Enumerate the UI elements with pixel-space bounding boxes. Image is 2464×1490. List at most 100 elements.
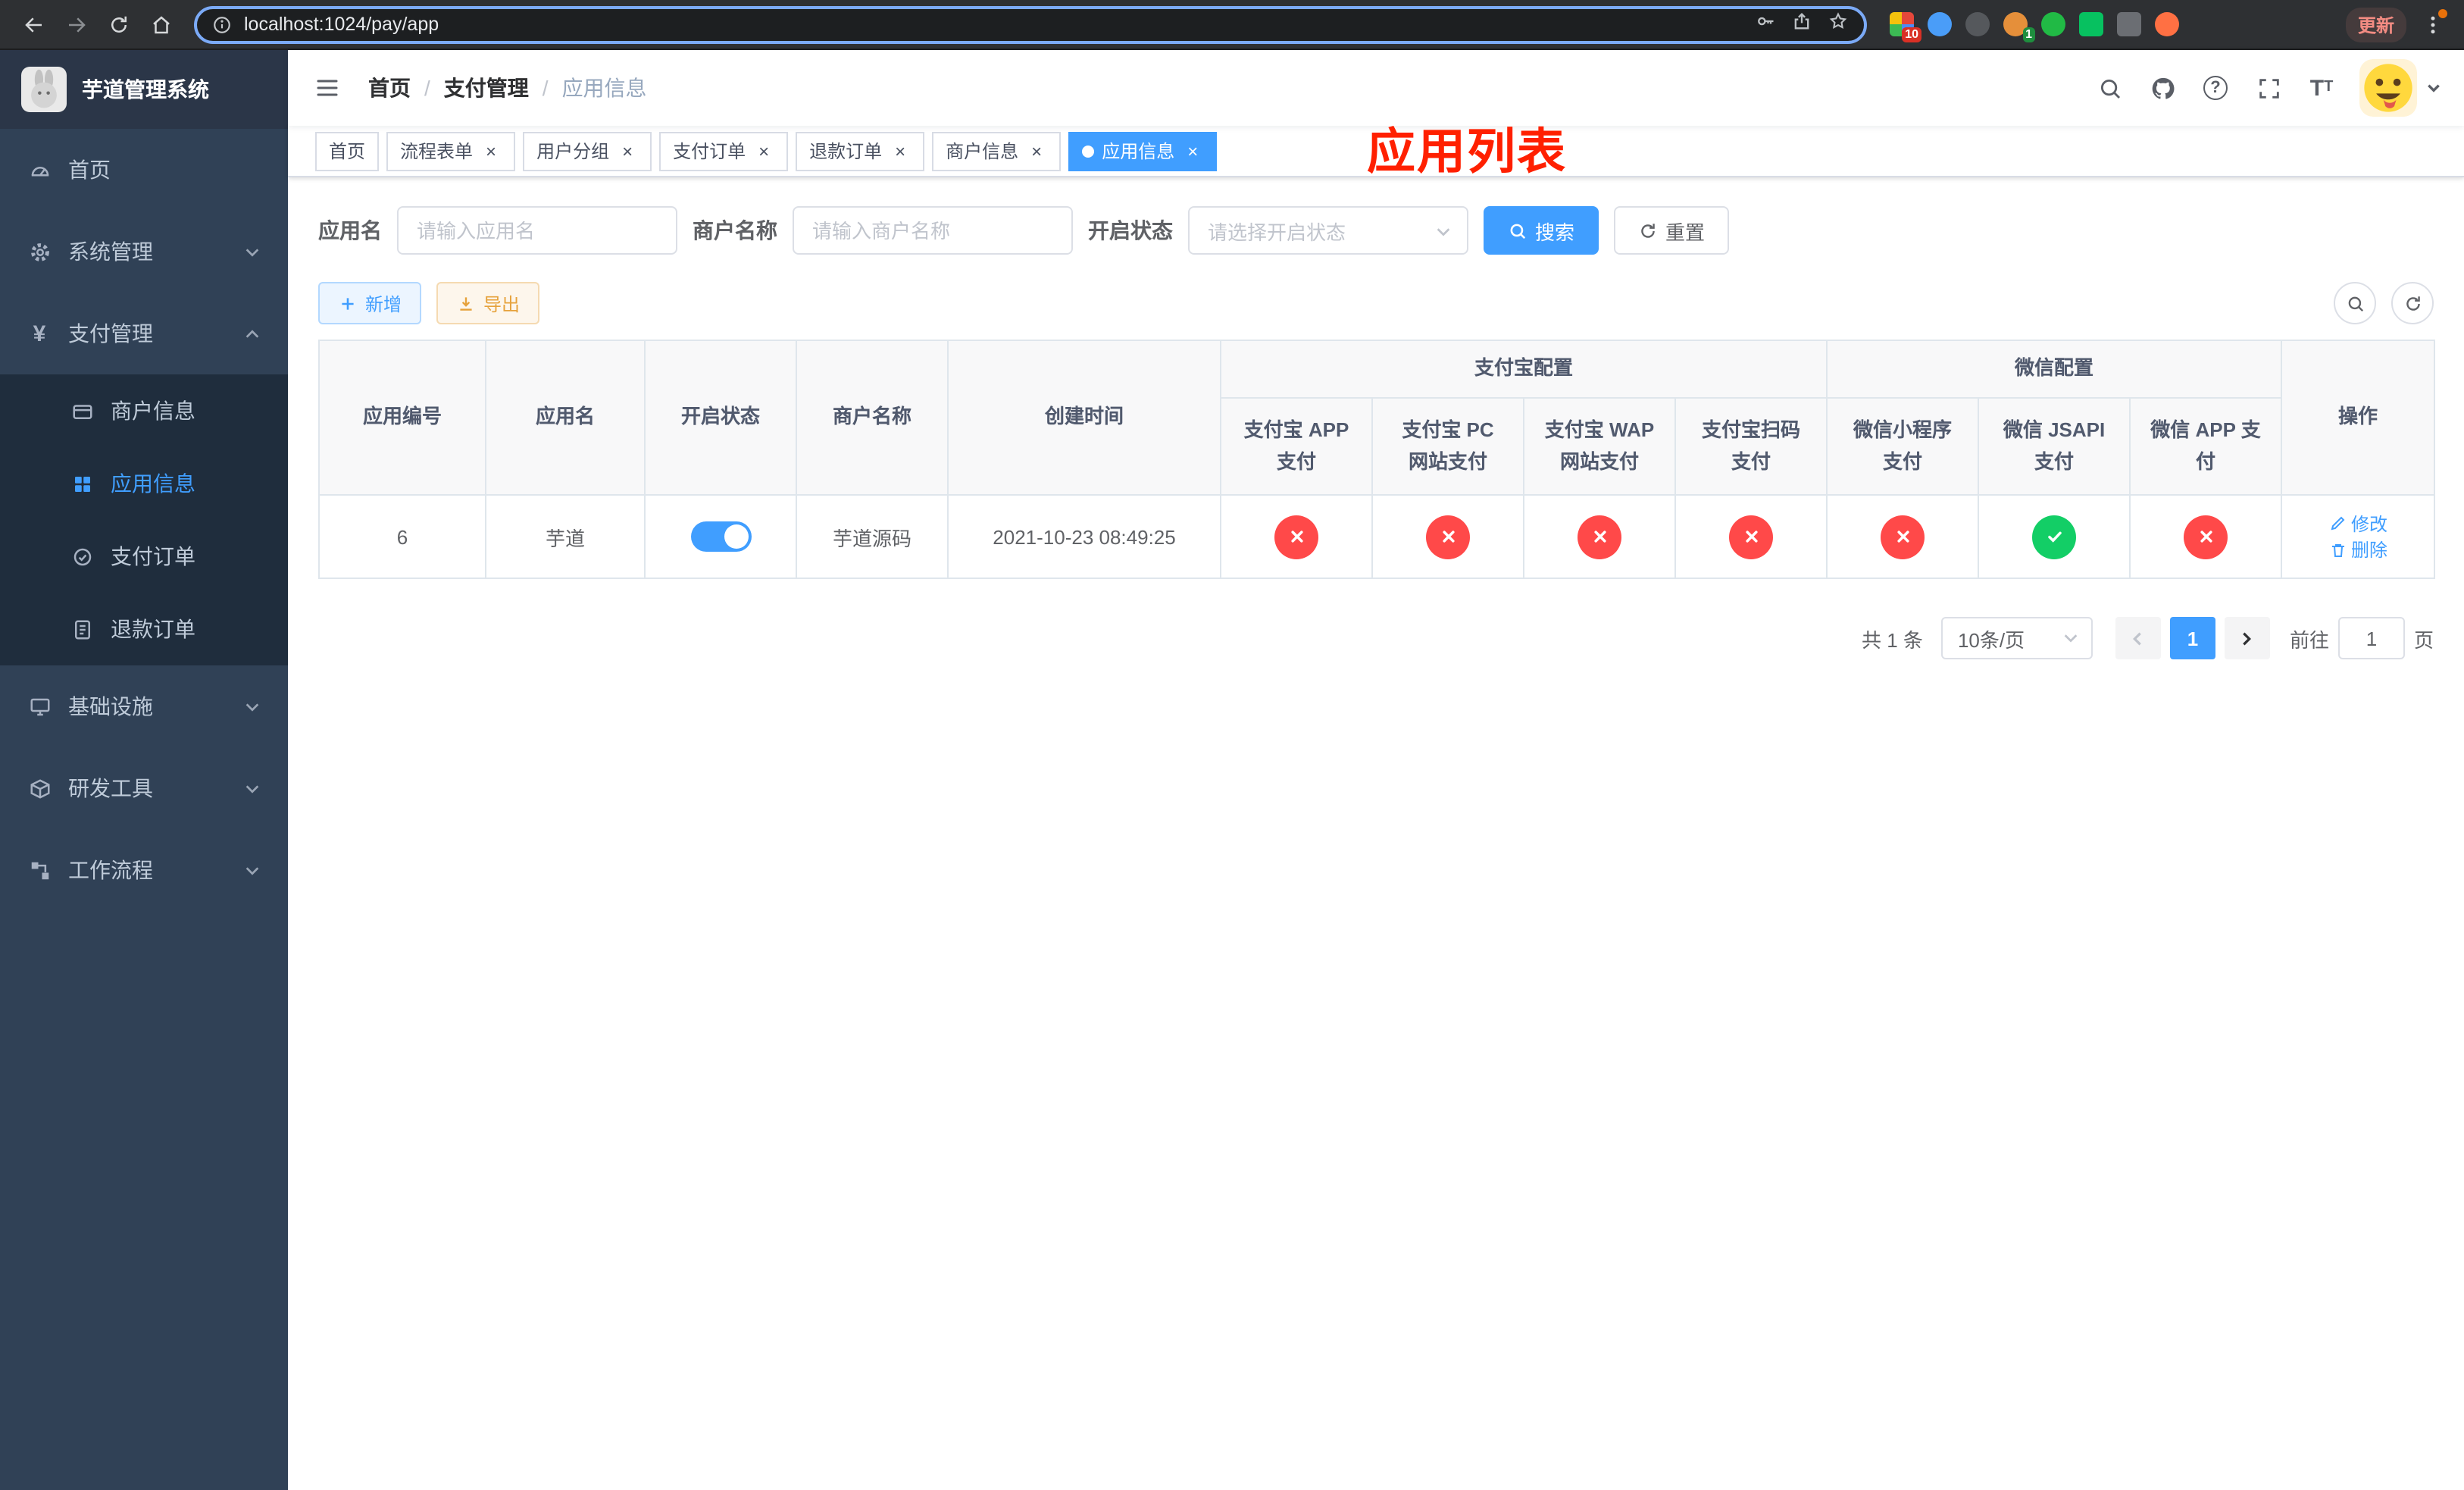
- breadcrumb-separator: /: [542, 76, 549, 100]
- extension-icon-4[interactable]: 1: [2002, 11, 2035, 42]
- close-icon[interactable]: ×: [480, 140, 502, 161]
- filter-form: 应用名 商户名称 开启状态 请选择开启状态: [318, 206, 2434, 255]
- browser-update-button[interactable]: 更新: [2345, 7, 2406, 42]
- share-icon[interactable]: [1791, 10, 1812, 39]
- tab-label: 商户信息: [946, 141, 1019, 162]
- col-header-alipay-app: 支付宝 APP 支付: [1220, 397, 1373, 496]
- sidebar-item-home[interactable]: 首页: [0, 129, 288, 211]
- home-icon[interactable]: [142, 6, 179, 42]
- edit-button[interactable]: 修改: [2328, 510, 2387, 536]
- close-icon[interactable]: ×: [1182, 140, 1203, 161]
- sidebar-toggle-icon[interactable]: [311, 71, 344, 105]
- add-button[interactable]: 新增: [318, 282, 422, 324]
- chevron-down-icon: [244, 243, 261, 260]
- search-icon[interactable]: [2094, 73, 2125, 103]
- user-menu[interactable]: [2359, 59, 2441, 117]
- sidebar-item-merchant-info[interactable]: 商户信息: [0, 374, 288, 447]
- breadcrumb-current: 应用信息: [561, 76, 647, 100]
- password-key-icon[interactable]: [1755, 10, 1776, 39]
- font-size-icon[interactable]: TT: [2306, 73, 2337, 103]
- sidebar-item-infrastructure[interactable]: 基础设施: [0, 665, 288, 747]
- app-logo-row[interactable]: 芋道管理系统: [0, 50, 288, 129]
- order-icon: [70, 544, 94, 568]
- github-icon[interactable]: [2147, 73, 2178, 103]
- delete-button[interactable]: 删除: [2328, 537, 2387, 562]
- page-number-1[interactable]: 1: [2169, 617, 2215, 659]
- site-info-icon[interactable]: [212, 14, 232, 34]
- sidebar-item-label: 商户信息: [111, 399, 195, 423]
- export-button[interactable]: 导出: [436, 282, 540, 324]
- cell-alipay-pc: [1371, 494, 1524, 579]
- back-icon[interactable]: [15, 6, 52, 42]
- col-header-alipay-qr: 支付宝扫码支付: [1674, 397, 1828, 496]
- reload-icon[interactable]: [100, 6, 136, 42]
- status-select[interactable]: 请选择开启状态: [1188, 206, 1468, 255]
- delete-button-label: 删除: [2351, 540, 2388, 561]
- goto-page-input[interactable]: [2337, 617, 2405, 659]
- search-button[interactable]: 搜索: [1484, 206, 1599, 255]
- close-icon[interactable]: ×: [617, 140, 638, 161]
- extension-icon-7[interactable]: [2115, 11, 2143, 38]
- sidebar-item-pay-order[interactable]: 支付订单: [0, 520, 288, 593]
- cell-merchant: 芋道源码: [796, 494, 949, 579]
- app-table: 应用编号 应用名 开启状态 商户名称 创建时间 支付宝配置 微信配置 操作 支付…: [318, 340, 2436, 579]
- col-header-create-time: 创建时间: [947, 340, 1221, 496]
- sidebar-item-dev-tools[interactable]: 研发工具: [0, 747, 288, 829]
- sidebar-item-payment[interactable]: ¥ 支付管理: [0, 293, 288, 374]
- tab-merchant-info[interactable]: 商户信息 ×: [932, 131, 1062, 171]
- extension-icon-8[interactable]: [2153, 11, 2181, 38]
- bookmark-star-icon[interactable]: [1828, 10, 1849, 39]
- caret-down-icon: [2426, 80, 2441, 95]
- breadcrumb-payment[interactable]: 支付管理: [444, 73, 529, 103]
- toggle-search-button[interactable]: [2334, 282, 2376, 324]
- tab-label: 应用信息: [1102, 141, 1175, 162]
- tab-app-info[interactable]: 应用信息 ×: [1068, 131, 1218, 171]
- tab-refund-order[interactable]: 退款订单 ×: [796, 131, 925, 171]
- extensions-area: 10 1: [1888, 11, 2181, 42]
- tab-label: 退款订单: [809, 141, 883, 162]
- tab-user-group[interactable]: 用户分组 ×: [523, 131, 652, 171]
- cell-actions: 修改删除: [2281, 494, 2436, 579]
- chevron-down-icon: [2062, 627, 2079, 650]
- enabled-icon: [2032, 515, 2077, 559]
- tab-label: 用户分组: [536, 141, 610, 162]
- extension-icon-6[interactable]: [2078, 11, 2105, 38]
- reset-button[interactable]: 重置: [1614, 206, 1730, 255]
- extension-icon-3[interactable]: [1964, 11, 1991, 38]
- tab-pay-order[interactable]: 支付订单 ×: [659, 131, 789, 171]
- breadcrumb-home[interactable]: 首页: [368, 73, 411, 103]
- help-icon[interactable]: ?: [2200, 73, 2231, 103]
- merchant-name-input[interactable]: [793, 206, 1073, 255]
- fullscreen-icon[interactable]: [2253, 73, 2284, 103]
- sidebar-item-label: 支付订单: [111, 544, 195, 568]
- close-icon[interactable]: ×: [1026, 140, 1047, 161]
- close-icon[interactable]: ×: [890, 140, 911, 161]
- disabled-icon: [1578, 515, 1621, 559]
- browser-menu-icon[interactable]: [2416, 8, 2449, 41]
- chevron-down-icon: [244, 780, 261, 797]
- sidebar: 芋道管理系统 首页 系统管理 ¥ 支付管理 商户信息 应用信息 支付订单 退款订…: [0, 50, 288, 1490]
- address-bar[interactable]: localhost:1024/pay/app: [194, 5, 1867, 43]
- cell-wechat-jsapi: [1978, 494, 2131, 579]
- sidebar-item-workflow[interactable]: 工作流程: [0, 829, 288, 911]
- extension-icon-2[interactable]: [1926, 11, 1953, 38]
- extension-icon-5[interactable]: [2040, 11, 2067, 38]
- next-page-button[interactable]: [2224, 617, 2270, 659]
- reset-button-label: 重置: [1665, 221, 1706, 243]
- sidebar-item-system[interactable]: 系统管理: [0, 211, 288, 293]
- status-toggle[interactable]: [690, 521, 751, 552]
- extension-icon-1[interactable]: 10: [1888, 11, 1921, 42]
- url-text[interactable]: localhost:1024/pay/app: [244, 14, 1755, 35]
- sidebar-item-app-info[interactable]: 应用信息: [0, 447, 288, 520]
- sidebar-item-refund-order[interactable]: 退款订单: [0, 593, 288, 665]
- app-name-input[interactable]: [397, 206, 677, 255]
- refresh-button[interactable]: [2391, 282, 2434, 324]
- prev-page-button[interactable]: [2115, 617, 2161, 659]
- tab-flow-form[interactable]: 流程表单 ×: [386, 131, 516, 171]
- forward-icon[interactable]: [58, 6, 94, 42]
- update-alert-dot: [2438, 9, 2447, 18]
- user-avatar[interactable]: [2359, 59, 2417, 117]
- tab-home[interactable]: 首页: [315, 131, 380, 171]
- close-icon[interactable]: ×: [753, 140, 774, 161]
- page-size-select[interactable]: 10条/页: [1940, 617, 2093, 659]
